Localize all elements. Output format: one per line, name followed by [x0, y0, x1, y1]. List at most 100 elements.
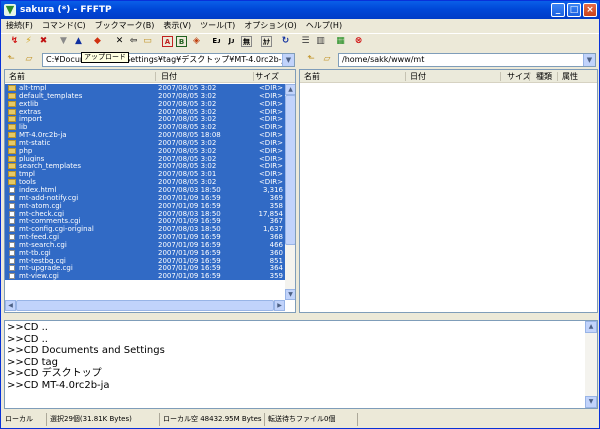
no-convert-icon[interactable]: 無 [241, 36, 252, 47]
quick-connect-icon[interactable]: ⚡ [23, 36, 34, 47]
scroll-down-icon[interactable]: ▼ [285, 289, 295, 300]
table-row[interactable]: mt-add-notify.cgi 2007/01/09 16:59 369 [5, 193, 285, 202]
mkdir-icon[interactable]: ▭ [142, 36, 153, 47]
menu-bookmark[interactable]: ブックマーク(B) [90, 19, 159, 33]
auto-mode-icon[interactable]: ◈ [191, 36, 202, 47]
table-row[interactable]: mt-search.cgi 2007/01/09 16:59 466 [5, 240, 285, 249]
local-file-list[interactable]: 名前 日付 サイズ alt-tmpl 2007/08/05 3:02 <DIR> de… [4, 69, 296, 313]
download-icon[interactable]: ▼ [58, 36, 69, 47]
col-size[interactable]: サイズ [507, 70, 531, 83]
local-path-field[interactable]: C:¥Documents and Settings¥tag¥デスクトップ¥MT-… [42, 53, 295, 67]
scroll-left-icon[interactable]: ◀ [5, 300, 16, 311]
minimize-button[interactable]: _ [551, 3, 565, 17]
list-view-icon[interactable]: ☰ [300, 36, 311, 47]
file-name: mt-testbg.cgi [19, 256, 66, 265]
scroll-thumb[interactable] [285, 95, 295, 245]
col-date[interactable]: 日付 [410, 70, 426, 83]
remote-up-folder-icon[interactable]: ⬑ [305, 54, 317, 65]
col-separator[interactable] [557, 72, 558, 81]
table-row[interactable]: mt-upgrade.cgi 2007/01/09 16:59 364 [5, 264, 285, 272]
table-row[interactable]: mt-comments.cgi 2007/01/09 16:59 367 [5, 217, 285, 225]
col-separator[interactable] [253, 72, 254, 81]
col-date[interactable]: 日付 [161, 70, 177, 83]
table-row[interactable]: plugins 2007/08/05 3:02 <DIR> [5, 154, 285, 163]
col-separator[interactable] [500, 72, 501, 81]
sync-folder-icon[interactable]: ▦ [335, 36, 346, 47]
disconnect-icon[interactable]: ✖ [38, 36, 49, 47]
col-separator[interactable] [155, 72, 156, 81]
table-row[interactable]: import 2007/08/05 3:02 <DIR> [5, 115, 285, 123]
menu-view[interactable]: 表示(V) [158, 19, 195, 33]
remote-file-list[interactable]: 名前 日付 サイズ 種類 属性 [299, 69, 598, 313]
table-row[interactable]: tmpl 2007/08/05 3:01 <DIR> [5, 170, 285, 178]
eucjp-icon[interactable]: Eᴊ [211, 36, 222, 47]
remote-path-field[interactable]: /home/sakk/www/mt ▼ [338, 53, 596, 67]
table-row[interactable]: lib 2007/08/05 3:02 <DIR> [5, 123, 285, 131]
stop-icon[interactable]: ⊗ [353, 36, 364, 47]
mirror-upload-icon[interactable]: ◆ [92, 36, 103, 47]
scroll-down-icon[interactable]: ▼ [585, 396, 597, 408]
maximize-button[interactable]: □ [567, 3, 581, 17]
detail-view-icon[interactable]: ▥ [315, 36, 326, 47]
col-name[interactable]: 名前 [9, 70, 25, 83]
binary-mode-icon[interactable]: B [176, 36, 187, 47]
menu-connect[interactable]: 接続(F) [1, 19, 37, 33]
remote-open-folder-icon[interactable]: ▱ [321, 54, 333, 65]
file-icon [9, 273, 15, 280]
menu-command[interactable]: コマンド(C) [37, 19, 90, 33]
local-open-folder-icon[interactable]: ▱ [23, 54, 35, 65]
rename-icon[interactable]: ⇦ [128, 36, 139, 47]
table-row[interactable]: index.html 2007/08/03 18:50 3,316 [5, 185, 285, 194]
col-kind[interactable]: 種類 [536, 70, 552, 83]
table-row[interactable]: tools 2007/08/05 3:02 <DIR> [5, 178, 285, 186]
menu-options[interactable]: オプション(O) [239, 19, 301, 33]
kana-icon[interactable]: ｶﾅ [261, 36, 272, 47]
file-name: import [19, 115, 43, 124]
title-bar[interactable]: ▼ sakura (*) - FFFTP _ □ × [1, 1, 599, 19]
table-row[interactable]: MT-4.0rc2b-ja 2007/08/05 18:08 <DIR> [5, 131, 285, 139]
table-row[interactable]: mt-atom.cgi 2007/01/09 16:59 358 [5, 201, 285, 210]
table-row[interactable]: search_templates 2007/08/05 3:02 <DIR> [5, 162, 285, 170]
table-row[interactable]: default_templates 2007/08/05 3:02 <DIR> [5, 91, 285, 100]
local-hscrollbar[interactable]: ◀ ▶ [5, 300, 285, 311]
col-attr[interactable]: 属性 [562, 70, 578, 83]
close-button[interactable]: × [583, 3, 597, 17]
col-separator[interactable] [529, 72, 530, 81]
refresh-icon[interactable]: ↻ [280, 36, 291, 47]
table-row[interactable]: php 2007/08/05 3:02 <DIR> [5, 146, 285, 155]
table-row[interactable]: extras 2007/08/05 3:02 <DIR> [5, 107, 285, 116]
table-row[interactable]: mt-view.cgi 2007/01/09 16:59 359 [5, 272, 285, 280]
ascii-mode-icon[interactable]: A [162, 36, 173, 47]
scroll-thumb[interactable] [16, 300, 274, 311]
table-row[interactable]: mt-feed.cgi 2007/01/09 16:59 368 [5, 233, 285, 241]
jis-icon[interactable]: Jᴊ [226, 36, 237, 47]
file-date: 2007/08/05 3:02 [158, 123, 217, 132]
upload-icon[interactable]: ▲ [73, 36, 84, 47]
file-icon [9, 257, 15, 264]
log-pane[interactable]: >>CD .. >>CD .. >>CD Documents and Setti… [4, 320, 598, 409]
scroll-up-icon[interactable]: ▲ [285, 84, 295, 95]
table-row[interactable]: alt-tmpl 2007/08/05 3:02 <DIR> [5, 84, 285, 92]
table-row[interactable]: mt-check.cgi 2007/08/03 18:50 17,854 [5, 209, 285, 218]
local-vscrollbar[interactable]: ▲ ▼ [285, 84, 295, 300]
table-row[interactable]: mt-testbg.cgi 2007/01/09 16:59 851 [5, 256, 285, 265]
delete-icon[interactable]: ✕ [114, 36, 125, 47]
table-row[interactable]: mt-static 2007/08/05 3:02 <DIR> [5, 138, 285, 147]
log-scrollbar[interactable]: ▲ ▼ [585, 321, 597, 408]
col-separator[interactable] [405, 72, 406, 81]
table-row[interactable]: mt-tb.cgi 2007/01/09 16:59 360 [5, 248, 285, 257]
connect-icon[interactable]: ↯ [9, 36, 20, 47]
local-up-folder-icon[interactable]: ⬑ [5, 54, 17, 65]
scroll-up-icon[interactable]: ▲ [585, 321, 597, 333]
menu-tools[interactable]: ツール(T) [195, 19, 239, 33]
col-name[interactable]: 名前 [304, 70, 320, 83]
local-path-dropdown-icon[interactable]: ▼ [282, 54, 294, 66]
col-size[interactable]: サイズ [255, 70, 279, 83]
scroll-right-icon[interactable]: ▶ [274, 300, 285, 311]
menu-help[interactable]: ヘルプ(H) [301, 19, 346, 33]
file-date: 2007/08/05 3:02 [158, 162, 217, 171]
file-date: 2007/08/05 3:02 [158, 99, 217, 108]
remote-path-dropdown-icon[interactable]: ▼ [583, 54, 595, 66]
table-row[interactable]: mt-config.cgi-original 2007/08/03 18:50 1,… [5, 225, 285, 233]
table-row[interactable]: extlib 2007/08/05 3:02 <DIR> [5, 99, 285, 108]
